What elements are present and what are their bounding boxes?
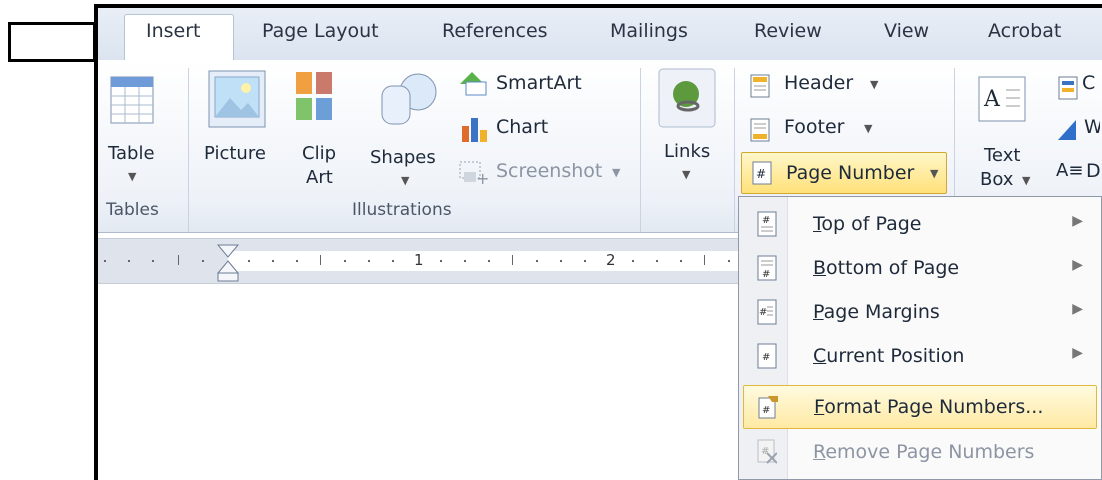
annotation-box [8, 22, 96, 62]
annotation-frame [94, 4, 1102, 480]
